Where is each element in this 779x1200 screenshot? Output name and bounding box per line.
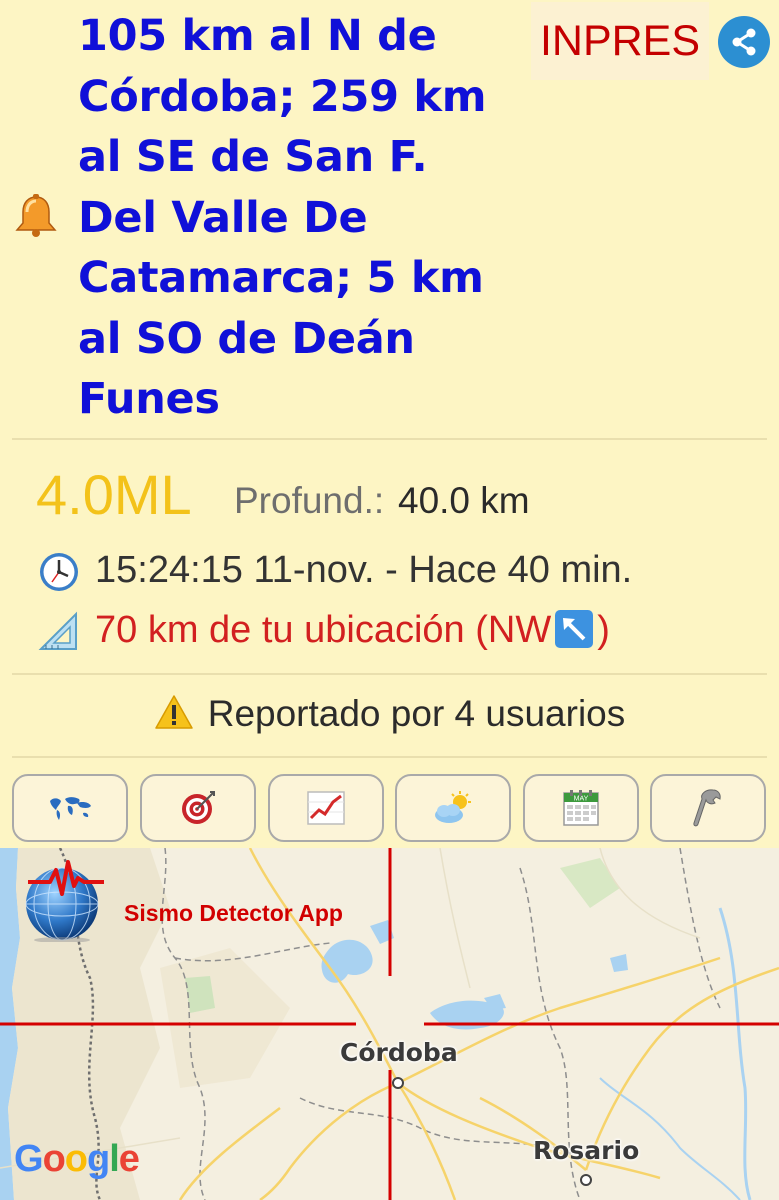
toolbar: MAY bbox=[12, 774, 769, 844]
event-header: 105 km al N de Córdoba; 259 km al SE de … bbox=[0, 0, 779, 438]
share-icon bbox=[732, 28, 756, 56]
city-label-rosario: Rosario bbox=[533, 1136, 640, 1165]
world-map-button[interactable] bbox=[12, 774, 128, 842]
agency-badge[interactable]: INPRES bbox=[531, 2, 709, 80]
city-label-cordoba: Córdoba bbox=[340, 1038, 458, 1067]
target-button[interactable] bbox=[140, 774, 256, 842]
calendar-month: MAY bbox=[574, 796, 589, 803]
location-title: 105 km al N de Córdoba; 259 km al SE de … bbox=[78, 11, 487, 424]
divider bbox=[12, 438, 767, 440]
clock-icon bbox=[40, 553, 78, 591]
calendar-icon: MAY bbox=[563, 790, 599, 826]
calendar-button[interactable]: MAY bbox=[523, 774, 639, 842]
google-logo: Google bbox=[14, 1138, 140, 1180]
city-marker-cordoba bbox=[392, 1077, 404, 1089]
magnitude-value: 4.0ML bbox=[36, 463, 192, 526]
event-time: 15:24:15 11-nov. - Hace 40 min. bbox=[95, 549, 633, 591]
settings-button[interactable] bbox=[650, 774, 766, 842]
target-icon bbox=[182, 791, 215, 824]
chart-icon bbox=[307, 791, 345, 825]
bell-icon bbox=[15, 194, 57, 237]
distance-text: 70 km de tu ubicación (NW) bbox=[95, 609, 610, 651]
wrench-icon bbox=[693, 789, 721, 827]
weather-button[interactable] bbox=[395, 774, 511, 842]
divider bbox=[12, 673, 767, 675]
depth-value: 40.0 km bbox=[398, 480, 530, 521]
depth-label: Profund.: bbox=[234, 480, 385, 521]
chart-button[interactable] bbox=[268, 774, 384, 842]
divider bbox=[12, 756, 767, 758]
magnitude-unit: ML bbox=[113, 463, 192, 526]
world-map-icon bbox=[50, 797, 91, 820]
weather-icon bbox=[435, 791, 471, 823]
northwest-arrow-icon bbox=[555, 610, 594, 648]
app-name: Sismo Detector App bbox=[124, 900, 343, 926]
seismograph-globe-icon bbox=[25, 860, 104, 942]
share-button[interactable] bbox=[718, 16, 770, 68]
earthquake-map[interactable]: Sismo Detector App Córdoba Rosario Googl… bbox=[0, 848, 779, 1200]
set-square-icon bbox=[38, 611, 77, 650]
warning-icon bbox=[154, 695, 193, 729]
city-marker-rosario bbox=[580, 1174, 592, 1186]
user-reports[interactable]: Reportado por 4 usuarios bbox=[0, 693, 779, 735]
